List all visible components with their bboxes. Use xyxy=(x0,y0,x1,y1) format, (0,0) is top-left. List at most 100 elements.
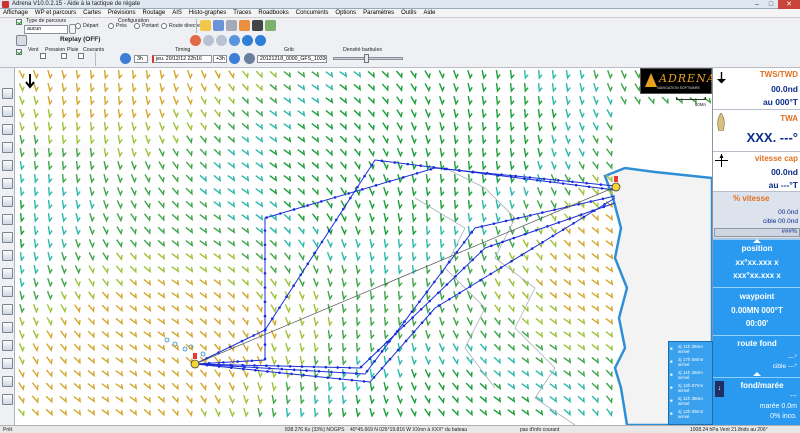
close-button[interactable]: ✕ xyxy=(778,0,800,9)
sail-tool-icon[interactable] xyxy=(2,250,13,261)
menu-ais[interactable]: AIS xyxy=(172,10,182,16)
density-slider-thumb[interactable] xyxy=(364,54,369,63)
menu-wp-et-parcours[interactable]: WP et parcours xyxy=(35,10,76,16)
adrena-window: Adrena V10.0.2.15 - Aide à la tactique d… xyxy=(0,0,800,433)
portant-radio[interactable] xyxy=(134,23,140,29)
finish-mark[interactable] xyxy=(611,182,621,192)
maximize-button[interactable]: □ xyxy=(764,0,778,9)
grid-tool-icon[interactable] xyxy=(2,160,13,171)
replay-play-icon[interactable] xyxy=(242,35,253,46)
courants-checkbox[interactable] xyxy=(78,53,84,59)
tide-tool-icon[interactable] xyxy=(2,322,13,333)
grib-tool-icon[interactable] xyxy=(200,20,211,31)
time-input[interactable]: jeu. 20/12/12 22h16 xyxy=(152,55,212,63)
window-title: Adrena V10.0.2.15 - Aide à la tactique d… xyxy=(12,1,141,7)
vent-checkbox[interactable] xyxy=(16,49,22,55)
position-section[interactable]: position xx°xx.xxx x xxx°xx.xxx x xyxy=(713,239,800,287)
pct-vitesse-section[interactable]: % vitesse 00.0nd cible 00.0nd ###% xyxy=(713,192,800,239)
track-tool-icon[interactable] xyxy=(2,214,13,225)
densite-label: Densité barbules xyxy=(343,47,382,53)
replay-back-icon[interactable] xyxy=(229,35,240,46)
tws-section[interactable]: TWS/TWD 00.0nd au 000°T xyxy=(713,68,800,110)
measure-tool-icon[interactable] xyxy=(2,106,13,117)
position-collapse-icon[interactable] xyxy=(753,239,761,243)
export-tool-icon[interactable] xyxy=(2,358,13,369)
type-parcours-select[interactable]: aucun xyxy=(24,25,68,34)
replay-pause-icon[interactable] xyxy=(255,35,266,46)
compass-tool-icon[interactable] xyxy=(2,268,13,279)
replay-settings-icon[interactable] xyxy=(216,35,227,46)
current-tool-icon[interactable] xyxy=(2,304,13,315)
grib-select-icon[interactable] xyxy=(244,53,255,64)
select-tool-icon[interactable] xyxy=(2,88,13,99)
menu-previsions[interactable]: Prévisions xyxy=(108,10,136,16)
list-item[interactable]: ■ 2j 12h 05mn arrivé xyxy=(669,409,712,419)
vitesse-cap-section[interactable]: vitesse cap 00.0nd au ---°T xyxy=(713,152,800,192)
menu-roadbooks[interactable]: Roadbooks xyxy=(258,10,288,16)
race-tool-icon[interactable] xyxy=(265,20,276,31)
print-tool-icon[interactable] xyxy=(2,340,13,351)
chart-map[interactable] xyxy=(15,68,712,425)
minimize-button[interactable]: – xyxy=(750,0,764,9)
vitesse-cap-title: vitesse cap xyxy=(754,154,798,163)
settings-tool-icon[interactable] xyxy=(2,376,13,387)
list-item[interactable]: ■ 2j 11h 36mn arrivé xyxy=(669,344,712,354)
twd-value: au 000°T xyxy=(762,97,798,107)
offset-select[interactable]: +3h xyxy=(213,55,227,63)
waypoint-section[interactable]: waypoint 0.00MN 000°T 00:00' xyxy=(713,287,800,335)
density-slider[interactable] xyxy=(333,54,403,63)
menu-parametres[interactable]: Paramètres xyxy=(363,10,394,16)
polar-tool-icon[interactable] xyxy=(2,232,13,243)
chart-tool-icon[interactable] xyxy=(252,20,263,31)
menu-outils[interactable]: Outils xyxy=(401,10,416,16)
route-tool-left-icon[interactable] xyxy=(2,196,13,207)
waypoint-distance-bearing: 0.00MN 000°T xyxy=(731,306,783,315)
status-current-info: pas d'info courant xyxy=(520,427,560,433)
wind-tool-left-icon[interactable] xyxy=(2,286,13,297)
list-item[interactable]: ■ 2j 11h 38mn arrivé xyxy=(669,396,712,406)
wind-tool-icon[interactable] xyxy=(213,20,224,31)
pluie-checkbox[interactable] xyxy=(61,53,67,59)
start-mark[interactable] xyxy=(190,359,200,369)
timing-prev-icon[interactable] xyxy=(120,53,131,64)
zoom-tool-icon[interactable] xyxy=(2,124,13,135)
depart-radio[interactable] xyxy=(75,23,81,29)
route-directe-radio[interactable] xyxy=(161,23,167,29)
maree-value: marée 0.0m xyxy=(759,403,797,410)
menu-routage[interactable]: Routage xyxy=(143,10,166,16)
list-item[interactable]: ■ 2j 12h 07mn arrivé xyxy=(669,383,712,393)
grib-file-select[interactable]: 20121218_0000_GFS_103308 xyxy=(257,55,327,63)
menu-cartes[interactable]: Cartes xyxy=(83,10,101,16)
help-tool-icon[interactable] xyxy=(2,394,13,405)
pct-vitesse-title: % vitesse xyxy=(733,194,770,203)
step-select[interactable]: 3h xyxy=(134,55,148,63)
menu-histo-graphes[interactable]: Histo-graphes xyxy=(189,10,226,16)
route-fond-section[interactable]: route fond ---° cible ---° xyxy=(713,335,800,377)
replay-menu-icon[interactable] xyxy=(16,35,27,46)
menu-aide[interactable]: Aide xyxy=(423,10,435,16)
layer-tool-icon[interactable] xyxy=(2,178,13,189)
replay-rewind-icon[interactable] xyxy=(190,35,201,46)
menu-concurrents[interactable]: Concurrents xyxy=(296,10,329,16)
fond-maree-section[interactable]: ↓ fond/marée --- marée 0.0m 0% inco. xyxy=(713,377,800,425)
menu-options[interactable]: Options xyxy=(335,10,356,16)
menu-traces[interactable]: Traces xyxy=(233,10,251,16)
list-item[interactable]: ■ 2j 11h 26mn arrivé xyxy=(669,370,712,380)
timing-next-icon[interactable] xyxy=(229,53,240,64)
position-title: position xyxy=(741,244,773,253)
status-gps: 838.276 Kx (33%) NOGPS xyxy=(285,427,345,433)
pression-checkbox[interactable] xyxy=(40,53,46,59)
waypoint-tool-icon[interactable] xyxy=(2,142,13,153)
route-fond-cible: cible ---° xyxy=(772,363,797,370)
routing-tool-icon[interactable] xyxy=(239,20,250,31)
twa-section[interactable]: TWA XXX. ---° xyxy=(713,110,800,152)
list-item-marker: ■ xyxy=(670,346,673,351)
menu-affichage[interactable]: Affichage xyxy=(3,10,28,16)
route-tool-icon[interactable] xyxy=(226,20,237,31)
list-item[interactable]: ■ 2j 17h 58mn arrivé xyxy=(669,357,712,367)
arrival-list[interactable]: ■ 2j 11h 36mn arrivé ■ 2j 17h 58mn arrivé ■ 2… xyxy=(668,341,713,425)
replay-step-icon[interactable] xyxy=(203,35,214,46)
parcours-checkbox[interactable] xyxy=(16,19,22,25)
pres-radio[interactable] xyxy=(108,23,114,29)
wind-barbs xyxy=(17,69,712,418)
